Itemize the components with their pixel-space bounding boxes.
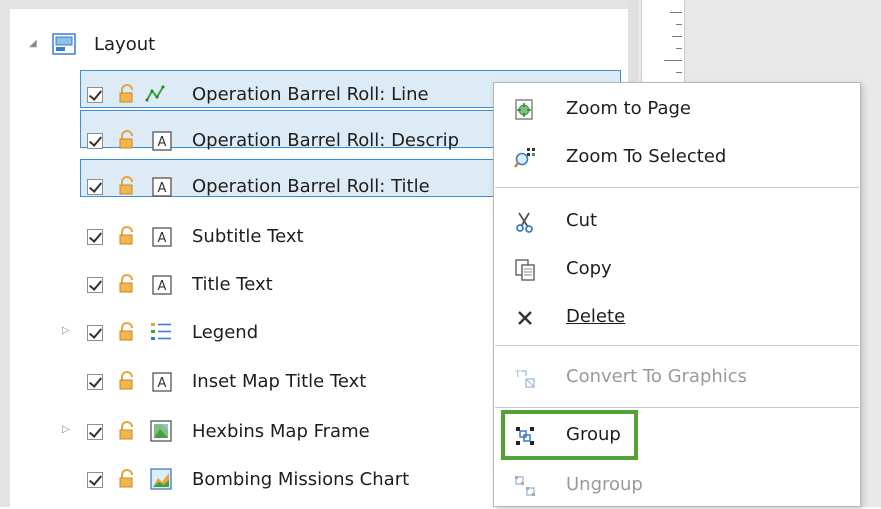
visibility-checkbox[interactable] <box>87 229 103 245</box>
svg-text:A: A <box>158 231 167 246</box>
tree-item-label: Subtitle Text <box>192 226 304 247</box>
text-element-icon: A <box>152 131 172 151</box>
menu-separator <box>495 407 859 408</box>
lock-icon[interactable] <box>118 421 136 441</box>
lock-icon[interactable] <box>118 274 136 294</box>
visibility-checkbox[interactable] <box>87 325 103 341</box>
copy-icon <box>515 259 535 281</box>
zoom-to-selected-icon <box>514 148 535 168</box>
tree-item-label: Operation Barrel Roll: Line <box>192 84 429 105</box>
text-element-icon: A <box>152 177 172 197</box>
legend-icon <box>151 323 171 340</box>
lock-icon[interactable] <box>118 130 136 150</box>
lock-icon[interactable] <box>118 176 136 196</box>
tree-item-title-text[interactable]: A Title Text <box>0 263 490 307</box>
menu-item-label: Delete <box>566 306 626 327</box>
tree-item-label: Legend <box>192 322 259 343</box>
line-element-icon <box>145 85 165 102</box>
menu-item-copy[interactable]: Copy <box>494 247 860 293</box>
menu-item-delete[interactable]: Delete <box>494 295 860 341</box>
ungroup-icon <box>515 476 535 496</box>
menu-separator <box>495 187 859 188</box>
collapse-arrow-icon[interactable]: ◢ <box>29 38 37 49</box>
tree-item-inset-map-title-text[interactable]: A Inset Map Title Text <box>0 360 490 404</box>
tree-item-label: Bombing Missions Chart <box>192 469 410 490</box>
lock-icon[interactable] <box>118 226 136 246</box>
vertical-ruler <box>641 0 685 86</box>
tree-item-label: Inset Map Title Text <box>192 371 367 392</box>
lock-icon[interactable] <box>118 371 136 391</box>
visibility-checkbox[interactable] <box>87 374 103 390</box>
zoom-to-page-icon <box>515 99 533 120</box>
tree-item-label: Hexbins Map Frame <box>192 421 370 442</box>
menu-item-label: Convert To Graphics <box>566 366 748 387</box>
scissors-icon <box>516 212 533 233</box>
menu-item-cut[interactable]: Cut <box>494 199 860 245</box>
text-element-icon: A <box>152 372 172 392</box>
tree-item-label: Operation Barrel Roll: Descrip <box>192 130 460 151</box>
tree-item-label: Layout <box>94 34 156 55</box>
tree-item-subtitle-text[interactable]: A Subtitle Text <box>0 215 490 259</box>
tree-item-label: Title Text <box>192 274 273 295</box>
tree-item-label: Operation Barrel Roll: Title <box>192 176 430 197</box>
svg-text:A: A <box>158 279 167 294</box>
convert-to-graphics-icon: T <box>514 370 535 388</box>
text-element-icon: A <box>152 227 172 247</box>
menu-item-label: Zoom To Selected <box>566 146 727 167</box>
menu-item-zoom-to-selected[interactable]: Zoom To Selected <box>494 135 860 181</box>
lock-icon[interactable] <box>118 322 136 342</box>
lock-icon[interactable] <box>118 469 136 489</box>
visibility-checkbox[interactable] <box>87 87 103 103</box>
visibility-checkbox[interactable] <box>87 133 103 149</box>
tree-item-bombing-missions-chart[interactable]: Bombing Missions Chart <box>0 458 490 502</box>
tree-item-legend[interactable]: ▷ Legend <box>0 311 490 355</box>
visibility-checkbox[interactable] <box>87 472 103 488</box>
group-callout-highlight <box>501 410 638 460</box>
expand-arrow-icon[interactable]: ▷ <box>62 424 70 435</box>
layout-icon <box>52 33 76 55</box>
svg-text:T: T <box>514 370 521 380</box>
svg-text:A: A <box>158 135 167 150</box>
map-frame-icon <box>150 420 172 442</box>
menu-item-ungroup[interactable]: Ungroup <box>494 463 860 509</box>
delete-x-icon <box>518 311 532 325</box>
menu-item-convert-to-graphics[interactable]: T Convert To Graphics <box>494 355 860 401</box>
menu-item-label: Cut <box>566 210 598 231</box>
tree-item-hexbins-map-frame[interactable]: ▷ Hexbins Map Frame <box>0 410 490 454</box>
menu-item-label: Zoom to Page <box>566 98 691 119</box>
text-element-icon: A <box>152 275 172 295</box>
tree-item-layout[interactable]: ◢ Layout <box>0 22 620 66</box>
svg-text:A: A <box>158 181 167 196</box>
chart-icon <box>150 468 172 490</box>
expand-arrow-icon[interactable]: ▷ <box>62 325 70 336</box>
menu-item-zoom-to-page[interactable]: Zoom to Page <box>494 87 860 133</box>
visibility-checkbox[interactable] <box>87 277 103 293</box>
menu-item-label: Copy <box>566 258 612 279</box>
menu-item-label: Ungroup <box>566 474 643 495</box>
visibility-checkbox[interactable] <box>87 179 103 195</box>
svg-text:A: A <box>158 376 167 391</box>
menu-separator <box>495 345 859 346</box>
lock-icon[interactable] <box>118 84 136 104</box>
visibility-checkbox[interactable] <box>87 424 103 440</box>
